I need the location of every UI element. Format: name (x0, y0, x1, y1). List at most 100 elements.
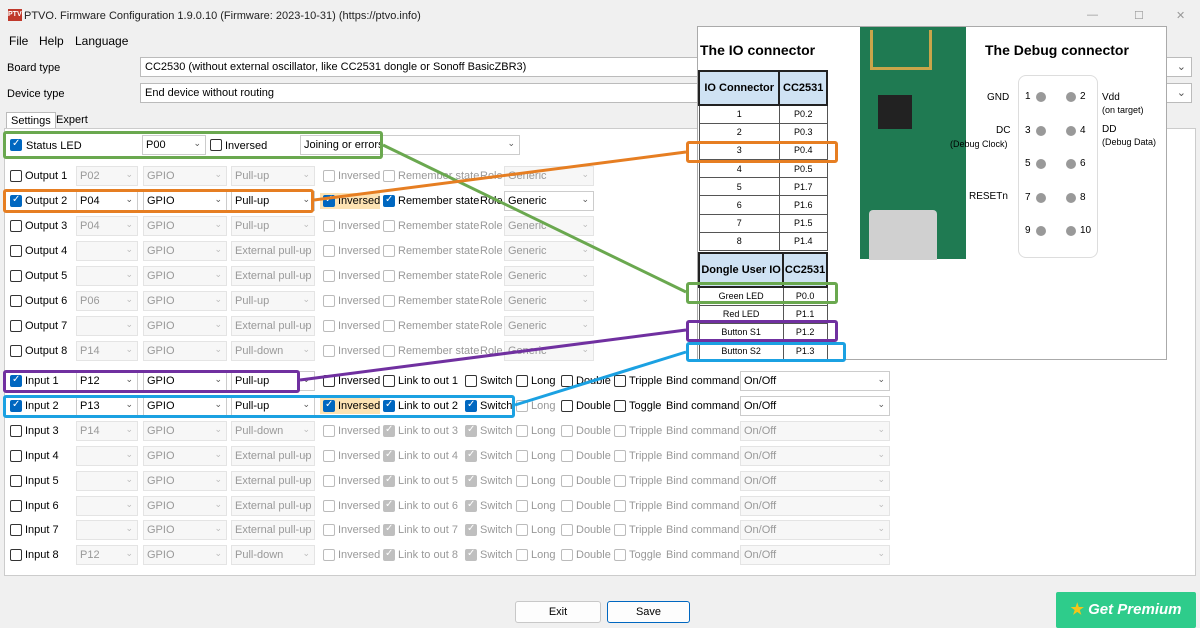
input-type-select[interactable]: GPIO ⌄ (143, 395, 227, 416)
input-switch-checkbox[interactable] (465, 375, 477, 387)
input-link-checkbox[interactable] (383, 548, 395, 562)
input-pull-select[interactable]: External pull-up ⌄ (231, 470, 315, 491)
input-checkbox[interactable] (10, 374, 22, 387)
input-checkbox[interactable] (10, 399, 22, 412)
input-link-checkbox[interactable] (383, 449, 395, 462)
input-pull-select[interactable]: Pull-down ⌄ (231, 545, 315, 566)
output-role-select[interactable]: Generic ⌄ (504, 216, 594, 236)
input-pull-select[interactable]: Pull-up ⌄ (231, 395, 315, 416)
input-double-checkbox[interactable] (561, 399, 573, 412)
input-link-checkbox[interactable] (383, 375, 395, 387)
output-inversed-checkbox[interactable] (323, 220, 335, 232)
input-command-select[interactable]: On/Off ⌄ (740, 445, 890, 466)
output-type-select[interactable]: GPIO ⌄ (143, 341, 227, 361)
output-inversed-checkbox[interactable] (323, 295, 335, 307)
input-switch-checkbox[interactable] (465, 399, 477, 412)
output-type-select[interactable]: GPIO ⌄ (143, 191, 227, 211)
input-link-checkbox[interactable] (383, 399, 395, 412)
input-long-checkbox[interactable] (516, 499, 528, 512)
input-command-select[interactable]: On/Off ⌄ (740, 420, 890, 441)
input-checkbox[interactable] (10, 499, 22, 512)
menu-help[interactable]: Help (39, 34, 64, 48)
input-double-checkbox[interactable] (561, 375, 573, 387)
input-command-select[interactable]: On/Off ⌄ (740, 371, 890, 391)
output-checkbox[interactable] (10, 345, 22, 357)
input-link-checkbox[interactable] (383, 499, 395, 512)
input-pin-select[interactable]: P13 ⌄ (76, 395, 138, 416)
input-tripple-checkbox[interactable] (614, 524, 626, 537)
input-pin-select[interactable]: P12 ⌄ (76, 545, 138, 566)
input-pin-select[interactable]: ⌄ (76, 470, 138, 491)
input-tripple-checkbox[interactable] (614, 375, 626, 387)
output-pin-select[interactable]: P14 ⌄ (76, 341, 138, 361)
input-type-select[interactable]: GPIO ⌄ (143, 420, 227, 441)
input-tripple-checkbox[interactable] (614, 499, 626, 512)
input-double-checkbox[interactable] (561, 549, 573, 562)
output-pull-select[interactable]: External pull-up ⌄ (231, 266, 315, 286)
output-checkbox[interactable] (10, 220, 22, 232)
close-icon[interactable]: ✕ (1176, 9, 1185, 22)
output-role-select[interactable]: Generic ⌄ (504, 241, 594, 261)
output-pin-select[interactable]: P02 ⌄ (76, 166, 138, 186)
output-role-select[interactable]: Generic ⌄ (504, 291, 594, 311)
input-pin-select[interactable]: P14 ⌄ (76, 420, 138, 441)
input-checkbox[interactable] (10, 424, 22, 437)
input-switch-checkbox[interactable] (465, 548, 477, 562)
output-role-select[interactable]: Generic ⌄ (504, 341, 594, 361)
output-pin-select[interactable]: ⌄ (76, 241, 138, 261)
output-remember-checkbox[interactable] (383, 320, 395, 332)
output-inversed-checkbox[interactable] (323, 194, 335, 207)
input-pull-select[interactable]: Pull-down ⌄ (231, 420, 315, 441)
input-pull-select[interactable]: External pull-up ⌄ (231, 445, 315, 466)
input-inversed-checkbox[interactable] (323, 474, 335, 487)
input-tripple-checkbox[interactable] (614, 474, 626, 487)
exit-button[interactable]: Exit (515, 601, 601, 623)
input-pull-select[interactable]: External pull-up ⌄ (231, 495, 315, 516)
input-tripple-checkbox[interactable] (614, 549, 626, 562)
output-type-select[interactable]: GPIO ⌄ (143, 216, 227, 236)
save-button[interactable]: Save (607, 601, 690, 623)
tab-expert[interactable]: Expert (52, 112, 92, 129)
output-inversed-checkbox[interactable] (323, 170, 335, 182)
status-led-pin-select[interactable]: P00 ⌄ (142, 135, 206, 155)
input-switch-checkbox[interactable] (465, 424, 477, 437)
status-led-inversed-checkbox[interactable] (210, 139, 222, 151)
output-remember-checkbox[interactable] (383, 220, 395, 232)
output-pin-select[interactable]: P04 ⌄ (76, 216, 138, 236)
output-pull-select[interactable]: Pull-up ⌄ (231, 166, 315, 186)
output-type-select[interactable]: GPIO ⌄ (143, 291, 227, 311)
input-type-select[interactable]: GPIO ⌄ (143, 470, 227, 491)
output-remember-checkbox[interactable] (383, 270, 395, 282)
status-led-checkbox[interactable] (10, 138, 22, 151)
output-remember-checkbox[interactable] (383, 245, 395, 257)
output-pull-select[interactable]: Pull-down ⌄ (231, 341, 315, 361)
input-long-checkbox[interactable] (516, 449, 528, 462)
input-command-select[interactable]: On/Off ⌄ (740, 545, 890, 566)
input-type-select[interactable]: GPIO ⌄ (143, 545, 227, 566)
input-link-checkbox[interactable] (383, 424, 395, 437)
input-checkbox[interactable] (10, 549, 22, 562)
input-tripple-checkbox[interactable] (614, 399, 626, 412)
input-double-checkbox[interactable] (561, 449, 573, 462)
input-pin-select[interactable]: ⌄ (76, 495, 138, 516)
input-switch-checkbox[interactable] (465, 474, 477, 487)
input-long-checkbox[interactable] (516, 424, 528, 437)
input-checkbox[interactable] (10, 474, 22, 487)
output-remember-checkbox[interactable] (383, 194, 395, 207)
output-type-select[interactable]: GPIO ⌄ (143, 166, 227, 186)
input-checkbox[interactable] (10, 524, 22, 537)
output-role-select[interactable]: Generic ⌄ (504, 316, 594, 336)
output-remember-checkbox[interactable] (383, 345, 395, 357)
output-pull-select[interactable]: Pull-up ⌄ (231, 216, 315, 236)
input-long-checkbox[interactable] (516, 549, 528, 562)
input-type-select[interactable]: GPIO ⌄ (143, 495, 227, 516)
input-type-select[interactable]: GPIO ⌄ (143, 445, 227, 466)
input-inversed-checkbox[interactable] (323, 424, 335, 437)
output-remember-checkbox[interactable] (383, 295, 395, 307)
output-inversed-checkbox[interactable] (323, 320, 335, 332)
input-tripple-checkbox[interactable] (614, 424, 626, 437)
menu-file[interactable]: File (9, 34, 28, 48)
output-role-select[interactable]: Generic ⌄ (504, 266, 594, 286)
input-link-checkbox[interactable] (383, 523, 395, 537)
input-pull-select[interactable]: Pull-up ⌄ (231, 371, 315, 391)
